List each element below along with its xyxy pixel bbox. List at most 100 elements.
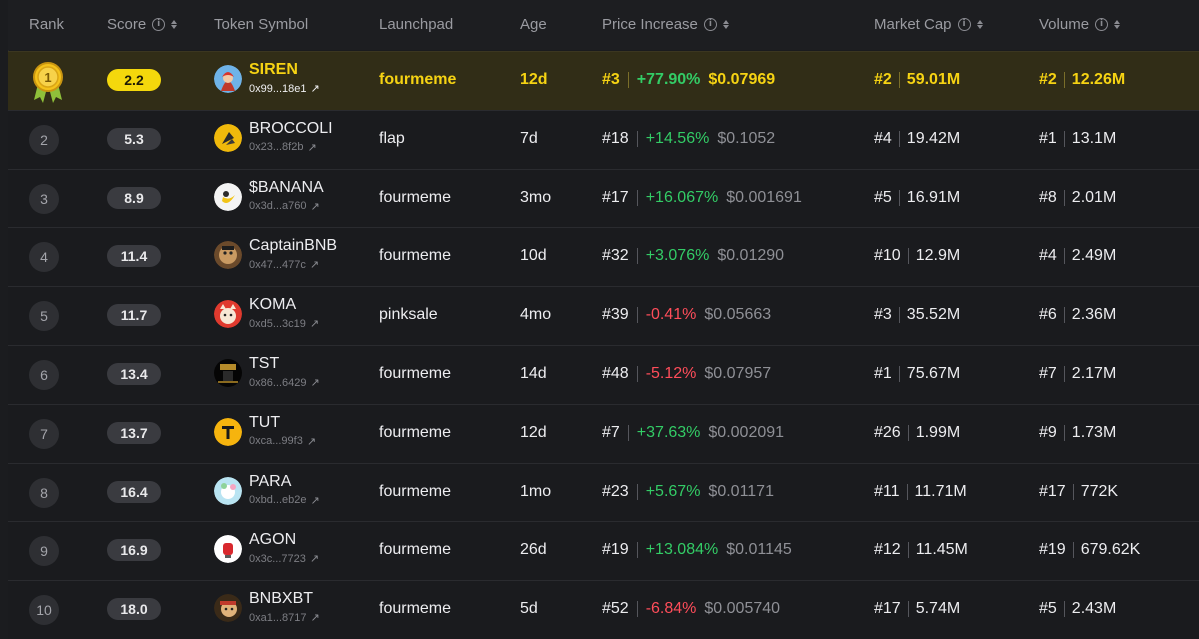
token-age: 3mo xyxy=(520,188,552,206)
info-icon[interactable]: i xyxy=(1095,18,1109,31)
siren-avatar-icon[interactable] xyxy=(214,65,242,93)
table-row[interactable]: 2 5.3 BROCCOLI 0x23...8f2b ↗ flap 7d #18… xyxy=(8,109,1199,169)
token-address[interactable]: 0xa1...8717 ↗ xyxy=(249,611,320,624)
score-badge: 11.4 xyxy=(107,245,161,268)
token-address[interactable]: 0xca...99f3 ↗ xyxy=(249,435,316,448)
token-address[interactable]: 0xbd...eb2e ↗ xyxy=(249,494,320,507)
token-symbol[interactable]: SIREN xyxy=(249,61,298,79)
table-row[interactable]: 9 16.9 AGON 0x3c...7723 ↗ fourmeme 26d #… xyxy=(8,521,1199,581)
age-header-label: Age xyxy=(520,16,547,33)
token-symbol[interactable]: BROCCOLI xyxy=(249,120,333,138)
price-change: +3.076% xyxy=(645,247,710,265)
divider xyxy=(906,483,908,500)
token-symbol[interactable]: TST xyxy=(249,355,279,373)
token-symbol[interactable]: $BANANA xyxy=(249,179,324,197)
token-address[interactable]: 0x3d...a760 ↗ xyxy=(249,200,320,213)
external-link-icon[interactable]: ↗ xyxy=(307,141,316,154)
token-address-text: 0x3c...7723 xyxy=(249,552,306,565)
volume-value: 2.43M xyxy=(1071,600,1117,618)
sort-icon[interactable] xyxy=(171,20,178,29)
rank-header-label: Rank xyxy=(29,16,65,33)
market-cap-cell: #17 5.74M xyxy=(874,600,960,618)
sort-icon[interactable] xyxy=(1114,20,1121,29)
market-cap-rank: #5 xyxy=(874,188,892,206)
token-symbol[interactable]: PARA xyxy=(249,473,291,491)
divider xyxy=(627,424,629,441)
volume-cell: #1 13.1M xyxy=(1039,130,1116,148)
token-symbol[interactable]: AGON xyxy=(249,531,296,549)
table-row[interactable]: 10 18.0 BNBXBT 0xa1...8717 ↗ fourmeme 5d… xyxy=(8,580,1199,639)
tut-avatar-icon[interactable] xyxy=(214,417,242,446)
price-increase-header[interactable]: Price Increase i xyxy=(602,16,729,33)
agon-avatar-icon[interactable] xyxy=(214,535,242,564)
table-row[interactable]: 6 13.4 TST 0x86...6429 ↗ fourmeme 14d #4… xyxy=(8,345,1199,404)
rank-badge: 9 xyxy=(29,536,59,567)
divider xyxy=(636,130,638,147)
divider xyxy=(907,542,909,559)
market-cap-header[interactable]: Market Cap i xyxy=(874,16,983,33)
table-row[interactable]: 7 13.7 TUT 0xca...99f3 ↗ fourmeme 12d #7… xyxy=(8,403,1199,463)
market-cap-rank: #10 xyxy=(874,247,901,265)
token-address[interactable]: 0x47...477c ↗ xyxy=(249,258,319,271)
captainbnb-avatar-icon[interactable] xyxy=(214,241,242,270)
external-link-icon[interactable]: ↗ xyxy=(311,376,320,389)
banana-avatar-icon[interactable] xyxy=(214,182,242,211)
volume-value: 13.1M xyxy=(1071,129,1117,147)
launchpad-name: fourmeme xyxy=(379,482,452,500)
volume-header[interactable]: Volume i xyxy=(1039,16,1121,33)
external-link-icon[interactable]: ↗ xyxy=(311,611,320,624)
token-address[interactable]: 0x99...18e1 ↗ xyxy=(249,82,320,95)
external-link-icon[interactable]: ↗ xyxy=(311,494,320,507)
para-avatar-icon[interactable] xyxy=(214,476,242,505)
volume-cell: #4 2.49M xyxy=(1039,247,1116,265)
price-change: -6.84% xyxy=(645,600,697,618)
rank-header[interactable]: Rank xyxy=(29,16,64,33)
token-address[interactable]: 0x3c...7723 ↗ xyxy=(249,552,319,565)
score-header[interactable]: Score i xyxy=(107,16,178,33)
table-row[interactable]: 1 2.2 SIREN 0x99...18e1 ↗ fourmeme 12d #… xyxy=(8,51,1199,110)
volume-rank: #19 xyxy=(1039,541,1066,559)
divider xyxy=(1063,72,1065,88)
table-row[interactable]: 3 8.9 $BANANA 0x3d...a760 ↗ fourmeme 3mo… xyxy=(8,168,1199,228)
launchpad-name: fourmeme xyxy=(379,71,457,88)
token-address[interactable]: 0x86...6429 ↗ xyxy=(249,376,320,389)
rank-badge: 4 xyxy=(29,242,59,273)
price-rank: #52 xyxy=(602,600,629,618)
broccoli-avatar-icon[interactable] xyxy=(214,123,242,152)
token-symbol[interactable]: CaptainBNB xyxy=(249,237,337,255)
koma-avatar-icon[interactable] xyxy=(214,300,242,329)
market-cap-value: 5.74M xyxy=(915,600,961,618)
price-rank: #48 xyxy=(602,365,629,382)
token-address[interactable]: 0x23...8f2b ↗ xyxy=(249,141,317,154)
token-symbol[interactable]: KOMA xyxy=(249,296,296,314)
tst-avatar-icon[interactable] xyxy=(214,359,242,387)
score-badge: 13.7 xyxy=(107,421,161,444)
external-link-icon[interactable]: ↗ xyxy=(310,258,319,271)
table-row[interactable]: 5 11.7 KOMA 0xd5...3c19 ↗ pinksale 4mo #… xyxy=(8,286,1199,346)
token-address[interactable]: 0xd5...3c19 ↗ xyxy=(249,317,319,330)
volume-cell: #6 2.36M xyxy=(1039,306,1116,324)
table-row[interactable]: 4 11.4 CaptainBNB 0x47...477c ↗ fourmeme… xyxy=(8,227,1199,287)
external-link-icon[interactable]: ↗ xyxy=(310,552,319,565)
external-link-icon[interactable]: ↗ xyxy=(311,200,320,213)
external-link-icon[interactable]: ↗ xyxy=(307,435,316,448)
token-age: 7d xyxy=(520,129,538,147)
price-rank: #39 xyxy=(602,306,629,324)
volume-rank: #17 xyxy=(1039,482,1066,500)
token-symbol[interactable]: BNBXBT xyxy=(249,590,313,608)
info-icon[interactable]: i xyxy=(152,18,166,31)
external-link-icon[interactable]: ↗ xyxy=(311,82,320,95)
bnbxbt-avatar-icon[interactable] xyxy=(214,594,242,623)
divider xyxy=(636,542,638,559)
external-link-icon[interactable]: ↗ xyxy=(310,317,319,330)
info-icon[interactable]: i xyxy=(703,18,717,31)
token-symbol[interactable]: TUT xyxy=(249,414,280,432)
table-row[interactable]: 8 16.4 PARA 0xbd...eb2e ↗ fourmeme 1mo #… xyxy=(8,462,1199,522)
sort-icon[interactable] xyxy=(976,20,983,29)
volume-cell: #7 2.17M xyxy=(1039,365,1116,383)
sort-icon[interactable] xyxy=(722,20,729,29)
volume-cell: #19 679.62K xyxy=(1039,541,1140,559)
info-icon[interactable]: i xyxy=(957,18,971,31)
market-cap-rank: #12 xyxy=(874,541,901,559)
price-increase-cell: #23 +5.67% $0.01171 xyxy=(602,483,774,501)
